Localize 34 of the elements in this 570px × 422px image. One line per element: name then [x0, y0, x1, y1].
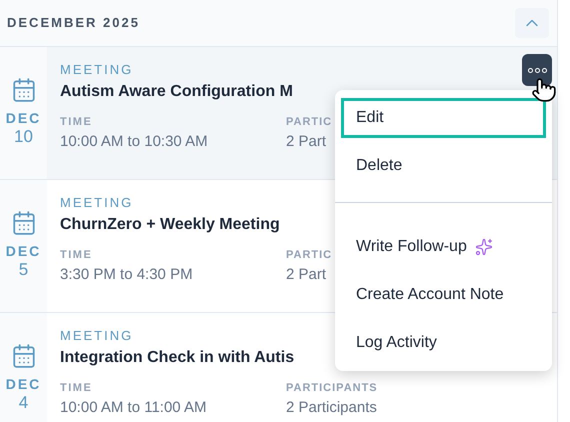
event-title[interactable]: Autism Aware Configuration M [60, 81, 293, 103]
event-type: MEETING [60, 62, 134, 78]
event-title[interactable]: ChurnZero + Weekly Meeting [60, 214, 280, 236]
participants-label: PARTIC [286, 248, 332, 262]
event-title[interactable]: Integration Check in with Autis [60, 347, 294, 369]
menu-item[interactable]: Create Account Note [341, 275, 546, 315]
time-label: TIME [60, 115, 94, 129]
calendar-icon [10, 343, 36, 369]
event-month: DEC [6, 109, 42, 127]
time-value: 10:00 AM to 10:30 AM [60, 132, 209, 152]
menu-item[interactable]: Write Follow-up [341, 227, 546, 267]
menu-item[interactable]: Log Activity [341, 323, 546, 363]
event-type: MEETING [60, 195, 134, 211]
participants-value: 2 Part [286, 132, 328, 152]
time-label: TIME [60, 248, 94, 262]
section-title: DECEMBER 2025 [7, 14, 140, 32]
event-day: 5 [18, 260, 28, 280]
time-value: 10:00 AM to 11:00 AM [60, 398, 208, 418]
menu-item[interactable]: Edit [341, 98, 546, 138]
event-type: MEETING [60, 328, 134, 344]
more-button[interactable] [522, 54, 552, 86]
time-value: 3:30 PM to 4:30 PM [60, 265, 194, 285]
event-month: DEC [6, 242, 42, 260]
participants-label: PARTIC [286, 115, 332, 129]
participants-value: 2 Part [286, 265, 328, 285]
participants-value: 2 Participants [286, 398, 378, 418]
event-month: DEC [6, 375, 42, 393]
calendar-icon [10, 210, 36, 236]
calendar-icon [10, 77, 36, 103]
participants-label: PARTICIPANTS [286, 381, 378, 395]
time-label: TIME [60, 381, 94, 395]
event-day: 10 [14, 127, 33, 147]
sparkles-icon [474, 238, 493, 256]
event-day: 4 [18, 393, 28, 413]
